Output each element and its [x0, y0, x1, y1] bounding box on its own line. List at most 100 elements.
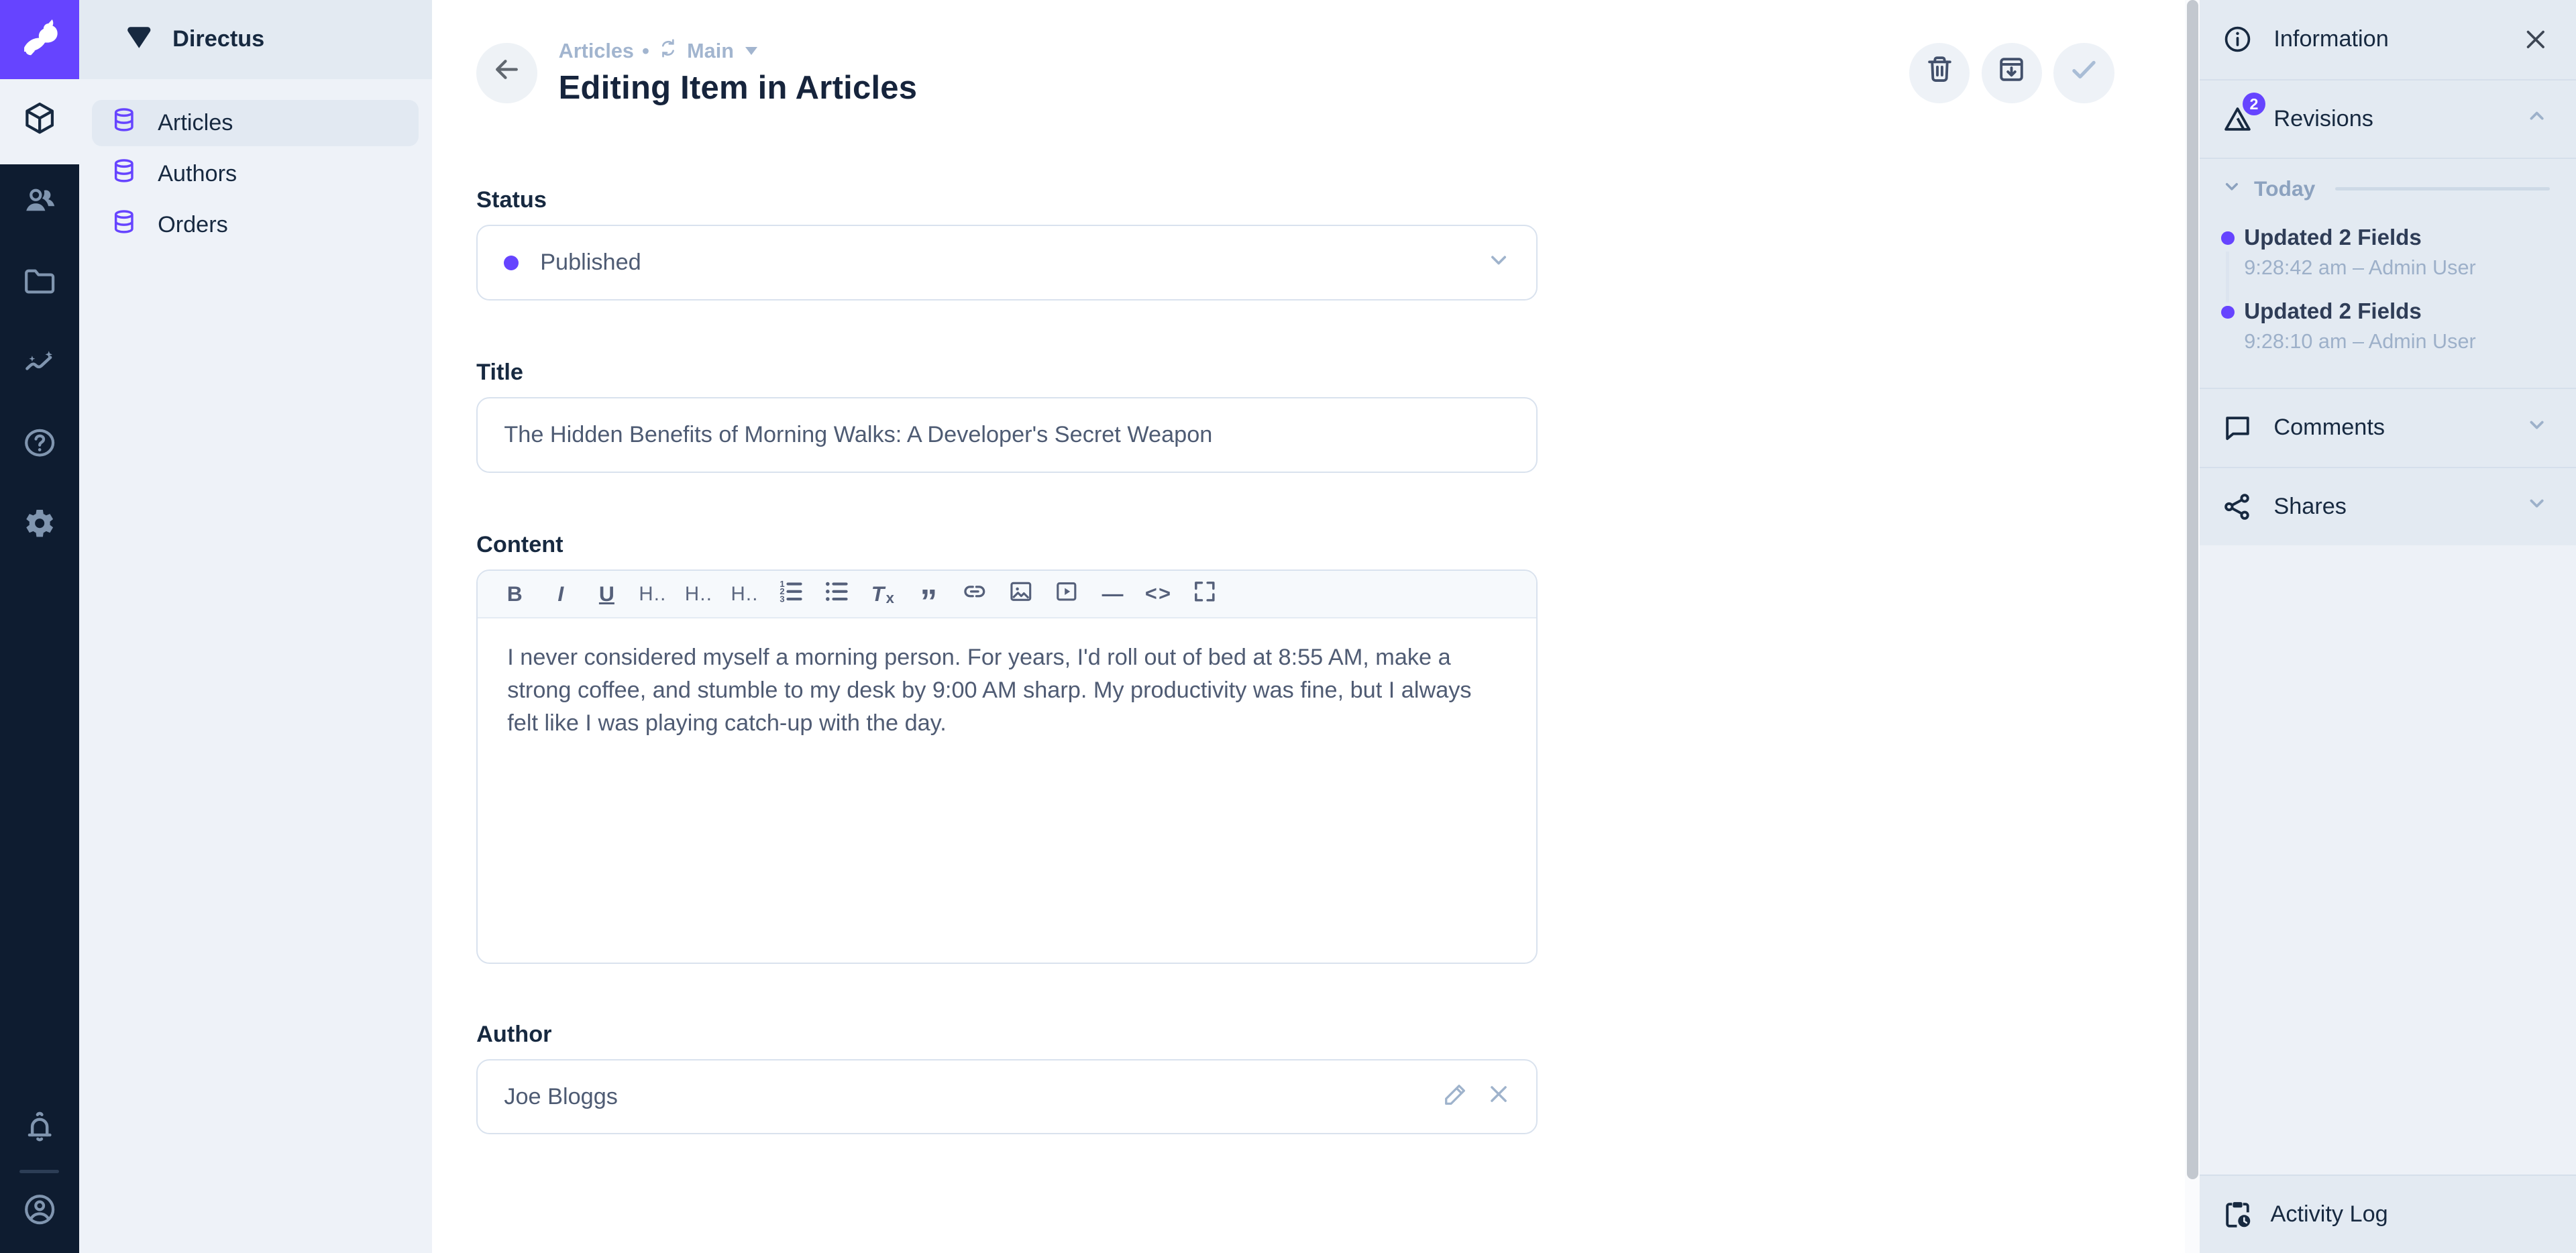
module-settings-button[interactable] [0, 486, 79, 567]
editor-toolbar: B I U H.. H.. H.. 123 Tx ” — <> [478, 571, 1536, 618]
account-button[interactable] [0, 1173, 79, 1253]
bold-icon: B [507, 582, 523, 606]
save-button[interactable] [2053, 43, 2114, 104]
sidebar-section-information[interactable]: Information [2200, 0, 2576, 79]
delete-button[interactable] [1909, 43, 1970, 104]
chevron-up-icon[interactable] [2524, 103, 2550, 135]
image-icon [1007, 578, 1035, 611]
italic-icon: I [557, 582, 564, 606]
close-sidebar-button[interactable] [2522, 25, 2550, 54]
database-icon [110, 106, 138, 140]
main-content: Articles • Main Editing Item in Articles [432, 0, 2185, 1253]
revision-entry[interactable]: Updated 2 Fields 9:28:10 am – Admin User [2221, 297, 2550, 355]
module-content-button[interactable] [0, 79, 79, 164]
video-button[interactable] [1046, 576, 1087, 613]
notifications-button[interactable] [0, 1089, 79, 1170]
author-field[interactable]: Joe Bloggs [476, 1059, 1538, 1135]
module-users-button[interactable] [0, 164, 79, 245]
sidebar-item-label: Orders [158, 212, 228, 238]
heading1-button[interactable]: H.. [632, 576, 673, 613]
project-logo-icon [123, 21, 155, 58]
revision-title: Updated 2 Fields [2244, 297, 2550, 327]
editor-body[interactable]: I never considered myself a morning pers… [478, 618, 1536, 963]
chevron-down-icon[interactable] [1484, 245, 1513, 280]
back-button[interactable] [476, 43, 537, 104]
bullet-list-icon [822, 578, 851, 611]
revisions-group-today[interactable]: Today [2221, 176, 2550, 203]
project-header[interactable]: Directus [79, 0, 433, 79]
module-files-button[interactable] [0, 245, 79, 325]
status-value: Published [540, 250, 641, 276]
database-icon [110, 208, 138, 242]
main-scrollbar-thumb[interactable] [2187, 0, 2198, 1179]
arrow-left-icon [490, 53, 523, 93]
version-sync-icon [657, 38, 679, 64]
revisions-label: Revisions [2273, 106, 2373, 132]
header-text: Articles • Main Editing Item in Articles [559, 38, 918, 107]
clear-format-button[interactable]: Tx [862, 576, 903, 613]
revision-meta: 9:28:42 am – Admin User [2244, 255, 2550, 281]
module-docs-button[interactable] [0, 406, 79, 486]
sidebar-activity-log[interactable]: Activity Log [2200, 1175, 2576, 1253]
sidebar-section-revisions[interactable]: 2 Revisions [2200, 79, 2576, 158]
chevron-down-icon[interactable] [2524, 490, 2550, 523]
bold-button[interactable]: B [494, 576, 535, 613]
folder-icon [21, 263, 58, 307]
image-button[interactable] [1000, 576, 1041, 613]
ordered-list-button[interactable]: 123 [770, 576, 811, 613]
author-field-label: Author [476, 1022, 1538, 1048]
sidebar-item-authors[interactable]: Authors [92, 151, 419, 197]
blockquote-button[interactable]: ” [908, 576, 949, 613]
page-title: Editing Item in Articles [559, 69, 918, 107]
sidebar-item-articles[interactable]: Articles [92, 100, 419, 146]
deselect-x-icon[interactable] [1484, 1079, 1513, 1115]
page-header: Articles • Main Editing Item in Articles [432, 0, 2185, 164]
module-insights-button[interactable] [0, 325, 79, 406]
revision-meta: 9:28:10 am – Admin User [2244, 329, 2550, 355]
chevron-down-icon [2221, 176, 2243, 203]
heading2-button[interactable]: H.. [678, 576, 719, 613]
gear-icon [21, 504, 58, 549]
sidebar-section-comments[interactable]: Comments [2200, 388, 2576, 467]
main-scrollbar-track[interactable] [2185, 0, 2200, 1253]
horizontal-rule-button[interactable]: — [1092, 576, 1133, 613]
save-as-copy-button[interactable] [1982, 43, 2043, 104]
info-sidebar: Information 2 Revisions Today Updated 2 … [2200, 0, 2576, 1253]
information-label: Information [2273, 26, 2388, 52]
link-button[interactable] [954, 576, 995, 613]
activity-log-icon [2221, 1198, 2254, 1231]
chevron-down-icon[interactable] [2524, 412, 2550, 444]
revision-entry[interactable]: Updated 2 Fields 9:28:42 am – Admin User [2221, 223, 2550, 281]
breadcrumb-separator: • [642, 40, 649, 63]
underline-button[interactable]: U [586, 576, 627, 613]
breadcrumb-collection[interactable]: Articles [559, 40, 634, 63]
bell-icon [21, 1107, 58, 1152]
content-paragraph: I never considered myself a morning pers… [507, 641, 1507, 740]
status-dot-icon [504, 256, 519, 270]
item-form: Status Published Title The Hidden Benefi… [476, 164, 1538, 1135]
rich-text-editor: B I U H.. H.. H.. 123 Tx ” — <> [476, 569, 1538, 964]
project-name: Directus [172, 26, 264, 52]
bullet-list-button[interactable] [816, 576, 857, 613]
heading1-icon: H.. [639, 583, 666, 606]
fullscreen-button[interactable] [1184, 576, 1225, 613]
comments-label: Comments [2273, 415, 2385, 441]
sidebar-section-shares[interactable]: Shares [2200, 467, 2576, 546]
breadcrumb-version[interactable]: Main [687, 40, 734, 63]
heading3-button[interactable]: H.. [724, 576, 765, 613]
directus-logo[interactable] [0, 0, 79, 79]
italic-button[interactable]: I [540, 576, 581, 613]
revision-title: Updated 2 Fields [2244, 223, 2550, 253]
check-icon [2068, 53, 2100, 93]
status-select[interactable]: Published [476, 225, 1538, 301]
nav-items: Articles Authors Orders [79, 79, 433, 270]
sidebar-item-orders[interactable]: Orders [92, 202, 419, 248]
revisions-count-badge: 2 [2243, 93, 2265, 115]
insights-icon [21, 343, 58, 388]
code-button[interactable]: <> [1138, 576, 1179, 613]
link-icon [961, 578, 989, 611]
title-field-label: Title [476, 360, 1538, 386]
breadcrumb[interactable]: Articles • Main [559, 38, 918, 64]
title-input[interactable]: The Hidden Benefits of Morning Walks: A … [476, 397, 1538, 473]
edit-pencil-icon[interactable] [1441, 1079, 1470, 1115]
